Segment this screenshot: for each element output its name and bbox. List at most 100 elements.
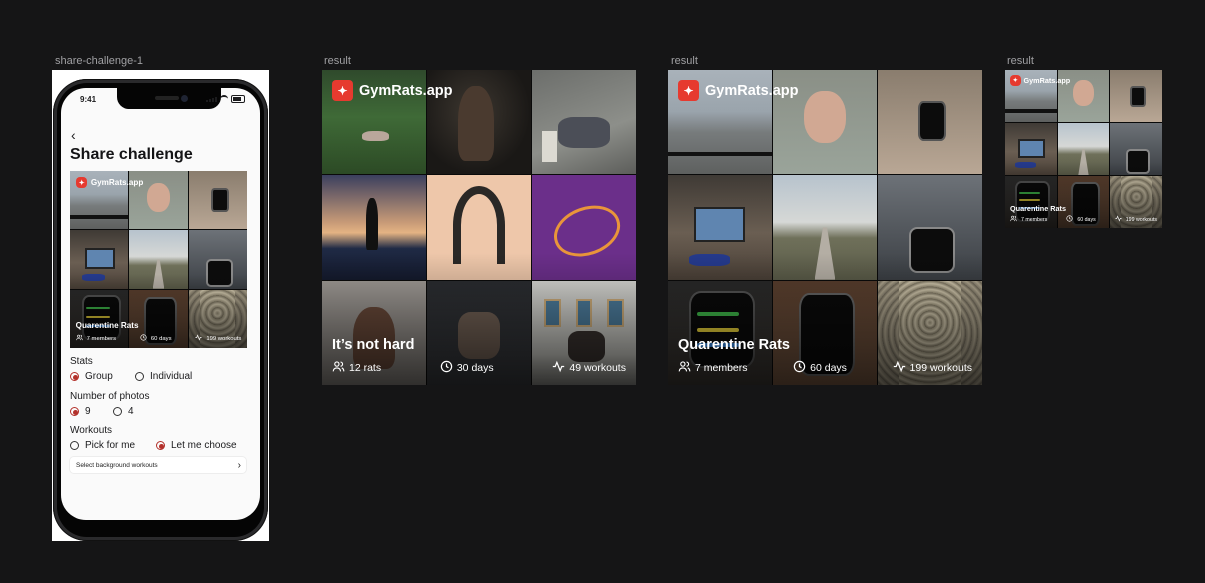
radio-empty-icon bbox=[70, 441, 79, 450]
clock-icon bbox=[793, 360, 806, 376]
radio-selected-icon bbox=[70, 372, 79, 381]
clock-icon bbox=[1066, 215, 1073, 224]
radio-stats-individual[interactable]: Individual bbox=[135, 371, 192, 382]
stat-text: 7 members bbox=[695, 362, 748, 374]
photo-tile bbox=[322, 175, 426, 280]
stats-radio-group: Group Individual bbox=[70, 371, 192, 382]
battery-icon bbox=[231, 95, 245, 103]
gymrats-logo-icon: ✦ bbox=[678, 80, 699, 101]
stat-0: 7 members bbox=[1010, 215, 1047, 224]
photo-tile bbox=[129, 230, 188, 289]
stat-text: 7 members bbox=[1021, 216, 1048, 223]
frame-label-result-3: result bbox=[1007, 55, 1034, 67]
status-icons bbox=[206, 95, 245, 103]
radio-label: 9 bbox=[85, 406, 91, 417]
radio-photos-9[interactable]: 9 bbox=[70, 406, 113, 417]
stat-2: 49 workouts bbox=[552, 360, 626, 376]
radio-label: Let me choose bbox=[171, 440, 237, 451]
gymrats-logo-icon: ✦ bbox=[75, 176, 88, 189]
gymrats-logo-icon: ✦ bbox=[1010, 75, 1021, 86]
photo-tile bbox=[1005, 123, 1057, 175]
radio-label: Group bbox=[85, 371, 113, 382]
radio-stats-group[interactable]: Group bbox=[70, 371, 135, 382]
status-time: 9:41 bbox=[80, 95, 97, 104]
activity-icon bbox=[1115, 215, 1122, 224]
photo-tile bbox=[188, 230, 247, 289]
stat-text: 199 workouts bbox=[1125, 216, 1157, 223]
photo-tile bbox=[532, 175, 636, 280]
stat-text: 60 days bbox=[150, 335, 172, 342]
brand-logo: ✦ GymRats.app bbox=[1010, 75, 1070, 86]
frame-label-result-2: result bbox=[671, 55, 698, 67]
photo-tile bbox=[1110, 123, 1162, 175]
stat-0: 7 members bbox=[75, 334, 117, 343]
wifi-icon bbox=[220, 95, 228, 103]
brand-name: GymRats.app bbox=[359, 82, 453, 99]
photo-tile bbox=[532, 70, 636, 175]
workouts-label: Workouts bbox=[70, 425, 113, 436]
people-icon bbox=[75, 334, 83, 343]
share-card-quarentine-rats-small: ✦ GymRats.app Quarentine Rats 7 members 60 … bbox=[1005, 70, 1162, 228]
stat-0: 12 rats bbox=[332, 360, 381, 376]
challenge-stats: 12 rats 30 days 49 workouts bbox=[322, 360, 636, 376]
photos-radio-group: 9 4 bbox=[70, 406, 134, 417]
radio-workouts-pick[interactable]: Pick for me bbox=[70, 440, 156, 451]
signal-icon bbox=[206, 96, 217, 102]
phone-frame: 9:41 ‹ Share challenge ✦ GymRats.app Quar… bbox=[52, 70, 269, 541]
brand-name: GymRats.app bbox=[705, 82, 799, 99]
page-title: Share challenge bbox=[70, 146, 193, 163]
photo-tile bbox=[1110, 70, 1162, 122]
challenge-title: Quarentine Rats bbox=[678, 337, 790, 353]
people-icon bbox=[1010, 215, 1017, 224]
stat-text: 60 days bbox=[1077, 216, 1096, 223]
clock-icon bbox=[440, 360, 453, 376]
radio-empty-icon bbox=[113, 407, 122, 416]
stat-text: 199 workouts bbox=[206, 335, 242, 342]
people-icon bbox=[678, 360, 691, 376]
clock-icon bbox=[140, 334, 147, 343]
stat-2: 199 workouts bbox=[1115, 215, 1157, 224]
select-background-label: Select background workouts bbox=[76, 461, 158, 469]
challenge-title: Quarentine Rats bbox=[1010, 203, 1066, 213]
stat-text: 7 members bbox=[86, 335, 117, 342]
stat-2: 199 workouts bbox=[893, 360, 972, 376]
brand-name: GymRats.app bbox=[1023, 75, 1071, 85]
stat-text: 49 workouts bbox=[569, 362, 626, 374]
chevron-right-icon: › bbox=[237, 459, 241, 471]
frame-label-result-1: result bbox=[324, 55, 351, 67]
stat-text: 12 rats bbox=[349, 362, 382, 374]
stat-text: 199 workouts bbox=[909, 362, 972, 374]
stat-2: 199 workouts bbox=[195, 334, 241, 343]
brand-name: GymRats.app bbox=[90, 178, 144, 188]
radio-photos-4[interactable]: 4 bbox=[113, 406, 134, 417]
photos-label: Number of photos bbox=[70, 391, 150, 402]
challenge-title: It’s not hard bbox=[332, 337, 415, 353]
share-card-quarentine-rats: ✦ GymRats.app Quarentine Rats 7 members 60 … bbox=[668, 70, 982, 385]
radio-empty-icon bbox=[135, 372, 144, 381]
stat-text: 30 days bbox=[456, 362, 494, 374]
gymrats-logo-icon: ✦ bbox=[332, 80, 353, 101]
stat-text: 60 days bbox=[810, 362, 847, 374]
photo-tile bbox=[878, 70, 982, 175]
stat-1: 60 days bbox=[1066, 215, 1096, 224]
photo-tile bbox=[427, 175, 531, 280]
photo-tile bbox=[878, 175, 982, 280]
photo-tile bbox=[188, 171, 247, 230]
brand-logo: ✦ GymRats.app bbox=[332, 80, 452, 101]
select-background-workouts-button[interactable]: Select background workouts › bbox=[70, 457, 246, 473]
activity-icon bbox=[195, 334, 202, 343]
photo-tile bbox=[1057, 123, 1110, 175]
brand-logo: ✦ GymRats.app bbox=[75, 176, 144, 189]
share-card-its-not-hard: ✦ GymRats.app It’s not hard 12 rats 30 days… bbox=[322, 70, 636, 385]
radio-selected-icon bbox=[156, 441, 165, 450]
challenge-stats: 7 members 60 days 199 workouts bbox=[1005, 215, 1162, 224]
challenge-stats: 7 members 60 days 199 workouts bbox=[70, 334, 247, 343]
stat-0: 7 members bbox=[678, 360, 748, 376]
brand-logo: ✦ GymRats.app bbox=[678, 80, 798, 101]
stat-1: 30 days bbox=[440, 360, 494, 376]
people-icon bbox=[332, 360, 345, 376]
radio-label: 4 bbox=[128, 406, 134, 417]
back-button[interactable]: ‹ bbox=[71, 127, 76, 143]
radio-workouts-choose[interactable]: Let me choose bbox=[156, 440, 237, 451]
frame-label-phone: share-challenge-1 bbox=[55, 55, 144, 67]
